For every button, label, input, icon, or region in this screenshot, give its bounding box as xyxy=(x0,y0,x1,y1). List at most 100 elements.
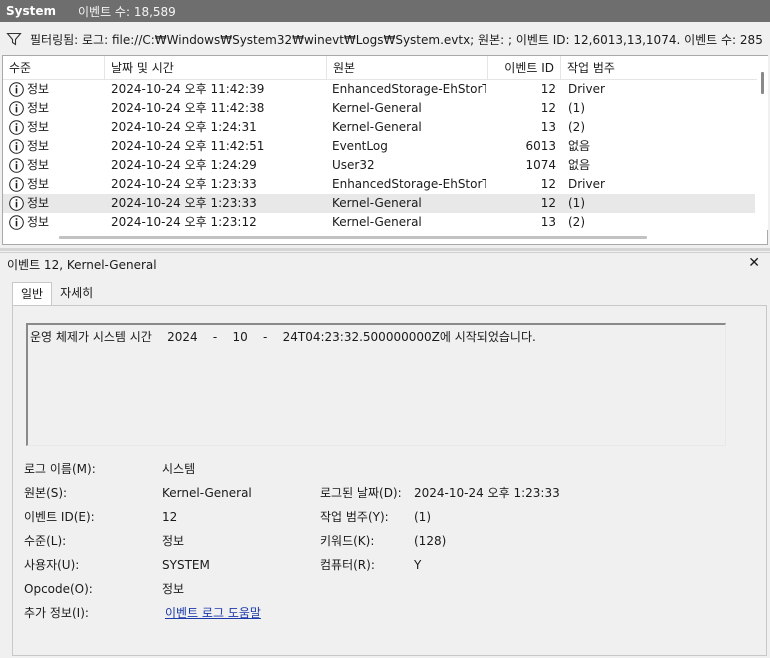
event-count: 이벤트 수: 18,589 xyxy=(78,4,176,19)
row-datetime: 2024-10-24 오후 11:42:38 xyxy=(111,101,265,115)
row-source: User32 xyxy=(332,158,375,172)
row-source: Kernel-General xyxy=(332,120,422,134)
column-header-level[interactable]: 수준 xyxy=(3,56,105,80)
level-label: 수준(L): xyxy=(24,534,67,548)
row-datetime: 2024-10-24 오후 1:23:33 xyxy=(111,177,257,191)
row-source: EventLog xyxy=(332,139,388,153)
event-id-label: 이벤트 ID(E): xyxy=(24,510,95,524)
keywords-value: (128) xyxy=(414,534,447,548)
row-source: Kernel-General xyxy=(332,101,422,115)
row-level: 정보 xyxy=(27,196,50,210)
log-name-label: 로그 이름(M): xyxy=(24,462,96,476)
row-datetime: 2024-10-24 오후 1:24:29 xyxy=(111,158,257,172)
row-level: 정보 xyxy=(27,177,50,191)
row-datetime: 2024-10-24 오후 1:24:31 xyxy=(111,120,257,134)
row-task-category: (2) xyxy=(568,215,585,229)
row-level: 정보 xyxy=(27,158,50,172)
filter-icon xyxy=(6,32,22,46)
row-event-id: 6013 xyxy=(525,139,556,153)
info-icon xyxy=(9,139,24,154)
detail-title: 이벤트 12, Kernel-General xyxy=(7,258,157,272)
info-icon xyxy=(9,215,24,230)
list-header: 수준 날짜 및 시간 원본 이벤트 ID 작업 범주 xyxy=(3,56,758,80)
tab-general[interactable]: 일반 xyxy=(12,282,53,306)
table-row[interactable]: 정보 2024-10-24 오후 11:42:38 Kernel-General… xyxy=(3,99,755,118)
user-value: SYSTEM xyxy=(162,558,210,572)
filter-bar: 필터링됨: 로그: file://C:₩Windows₩System32₩win… xyxy=(0,27,770,51)
horizontal-scroll-thumb[interactable] xyxy=(59,236,647,239)
detail-tabs: 일반 자세히 xyxy=(12,282,101,306)
row-task-category: 없음 xyxy=(568,139,591,153)
source-value: Kernel-General xyxy=(162,486,252,500)
detail-header: 이벤트 12, Kernel-General xyxy=(0,252,770,276)
more-info-label: 추가 정보(I): xyxy=(24,606,89,620)
task-category-value: (1) xyxy=(414,510,431,524)
row-event-id: 12 xyxy=(540,177,556,191)
row-level: 정보 xyxy=(27,139,50,153)
row-level: 정보 xyxy=(27,82,50,96)
filter-text: 필터링됨: 로그: file://C:₩Windows₩System32₩win… xyxy=(30,32,763,47)
level-value: 정보 xyxy=(162,534,185,548)
row-task-category: 없음 xyxy=(568,158,591,172)
log-name-value: 시스템 xyxy=(162,462,196,476)
source-label: 원본(S): xyxy=(24,486,68,500)
opcode-value: 정보 xyxy=(162,582,185,596)
horizontal-scrollbar[interactable] xyxy=(3,230,757,244)
row-level: 정보 xyxy=(27,101,50,115)
detail-panel: 운영 체제가 시스템 시간 2024 - 10 - 24T04:23:32.50… xyxy=(12,305,767,656)
pane-splitter[interactable] xyxy=(0,248,770,251)
info-icon xyxy=(9,177,24,192)
column-header-datetime[interactable]: 날짜 및 시간 xyxy=(105,56,327,80)
row-task-category: (2) xyxy=(568,120,585,134)
row-source: Kernel-General xyxy=(332,215,422,229)
row-source: EnhancedStorage-EhStorT... xyxy=(332,82,486,96)
computer-label: 컴퓨터(R): xyxy=(320,558,375,572)
info-icon xyxy=(9,82,24,97)
event-id-value: 12 xyxy=(162,510,178,524)
table-row[interactable]: 정보 2024-10-24 오후 1:24:31 Kernel-General … xyxy=(3,118,755,137)
vertical-scroll-thumb[interactable] xyxy=(761,72,764,94)
row-source: EnhancedStorage-EhStorT... xyxy=(332,177,486,191)
event-log-help-link[interactable]: 이벤트 로그 도움말 xyxy=(165,605,261,621)
row-datetime: 2024-10-24 오후 1:23:12 xyxy=(111,215,257,229)
close-icon[interactable]: ✕ xyxy=(748,256,760,270)
row-task-category: (1) xyxy=(568,101,585,115)
row-task-category: Driver xyxy=(568,82,605,96)
table-row-selected[interactable]: 정보 2024-10-24 오후 1:23:33 Kernel-General … xyxy=(3,194,755,213)
log-title: System xyxy=(6,4,56,18)
row-level: 정보 xyxy=(27,120,50,134)
row-event-id: 1074 xyxy=(525,158,556,172)
opcode-label: Opcode(O): xyxy=(24,582,93,596)
row-task-category: (1) xyxy=(568,196,585,210)
table-row[interactable]: 정보 2024-10-24 오후 1:24:29 User32 1074 없음 xyxy=(3,156,755,175)
row-datetime: 2024-10-24 오후 1:23:33 xyxy=(111,196,257,210)
row-level: 정보 xyxy=(27,215,50,229)
row-datetime: 2024-10-24 오후 11:42:39 xyxy=(111,82,265,96)
computer-value: Y xyxy=(414,558,422,572)
table-row[interactable]: 정보 2024-10-24 오후 11:42:51 EventLog 6013 … xyxy=(3,137,755,156)
row-task-category: Driver xyxy=(568,177,605,191)
row-source: Kernel-General xyxy=(332,196,422,210)
info-icon xyxy=(9,158,24,173)
column-header-event-id[interactable]: 이벤트 ID xyxy=(488,56,561,80)
info-icon xyxy=(9,101,24,116)
column-header-task-category[interactable]: 작업 범주 xyxy=(561,56,758,80)
row-event-id: 13 xyxy=(540,120,556,134)
vertical-scrollbar[interactable] xyxy=(757,56,768,230)
row-event-id: 13 xyxy=(540,215,556,229)
tab-details[interactable]: 자세히 xyxy=(52,282,101,306)
table-row[interactable]: 정보 2024-10-24 오후 1:23:12 Kernel-General … xyxy=(3,213,755,230)
table-row[interactable]: 정보 2024-10-24 오후 1:23:33 EnhancedStorage… xyxy=(3,175,755,194)
table-row[interactable]: 정보 2024-10-24 오후 11:42:39 EnhancedStorag… xyxy=(3,80,755,99)
task-category-label: 작업 범주(Y): xyxy=(320,510,389,524)
user-label: 사용자(U): xyxy=(24,558,80,572)
keywords-label: 키워드(K): xyxy=(320,534,375,548)
info-icon xyxy=(9,120,24,135)
info-icon xyxy=(9,196,24,211)
window-titlebar: System 이벤트 수: 18,589 xyxy=(0,0,770,22)
row-event-id: 12 xyxy=(540,82,556,96)
column-header-source[interactable]: 원본 xyxy=(327,56,488,80)
row-datetime: 2024-10-24 오후 11:42:51 xyxy=(111,139,265,153)
event-list[interactable]: 수준 날짜 및 시간 원본 이벤트 ID 작업 범주 정보 2024-10-24… xyxy=(2,55,768,245)
event-description[interactable]: 운영 체제가 시스템 시간 2024 - 10 - 24T04:23:32.50… xyxy=(26,323,726,446)
